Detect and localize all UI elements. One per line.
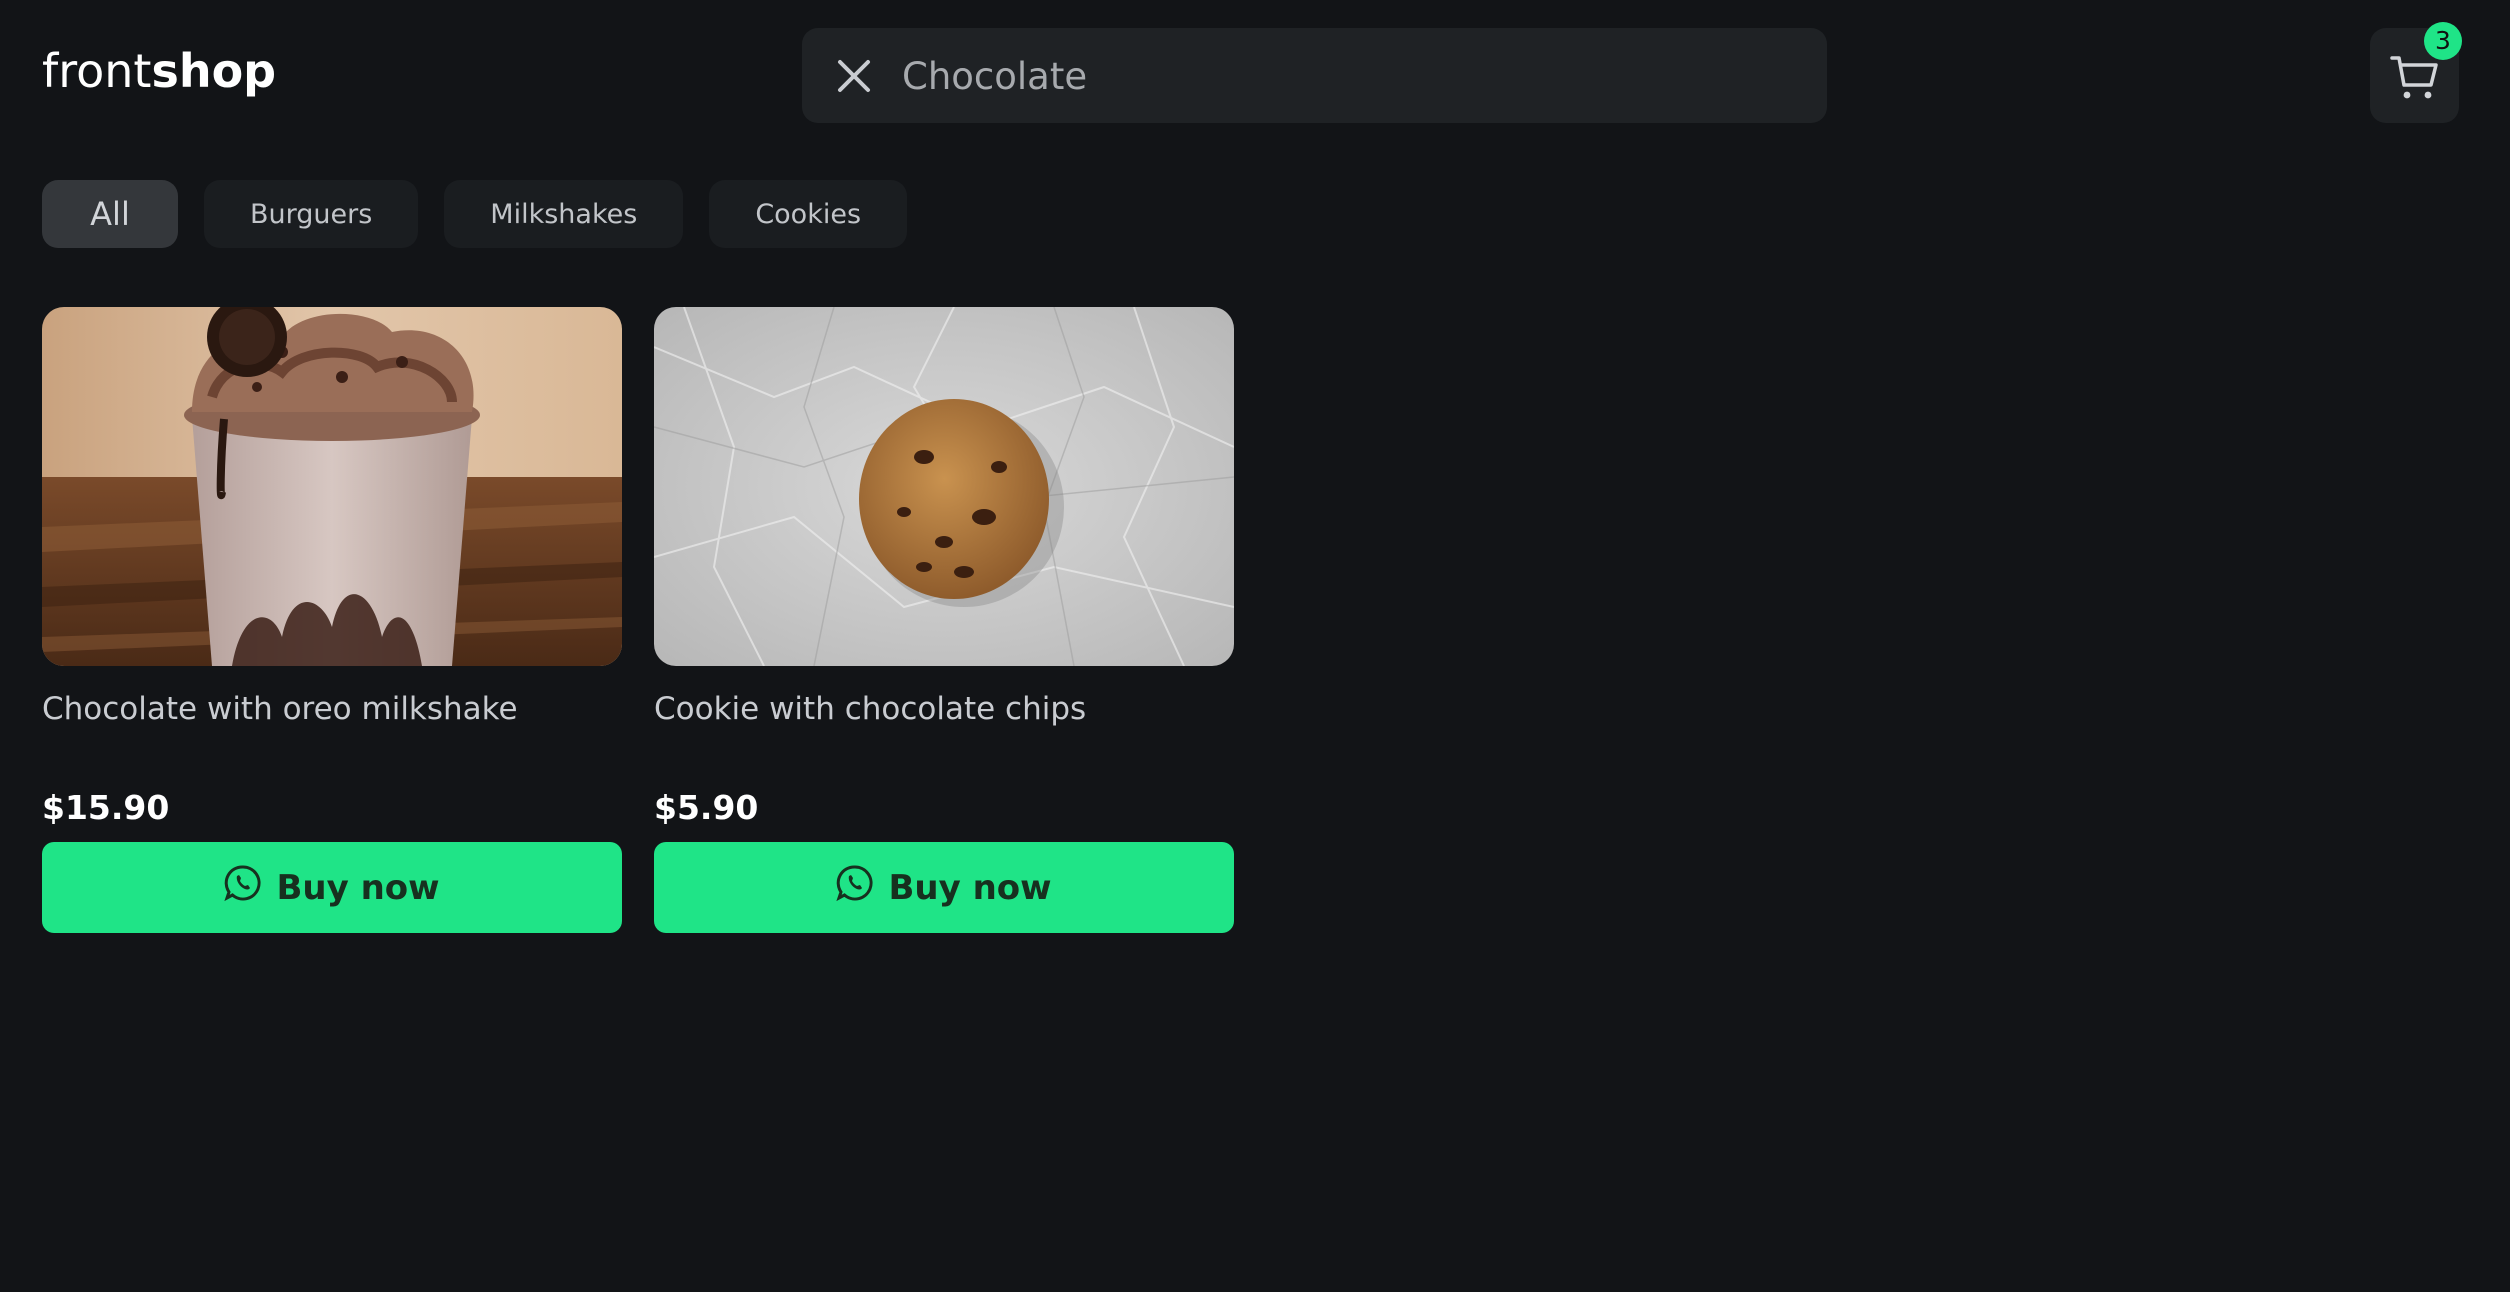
whatsapp-icon — [224, 864, 262, 911]
buy-now-label: Buy now — [276, 867, 440, 908]
buy-now-button[interactable]: Buy now — [654, 842, 1234, 933]
whatsapp-icon — [836, 864, 874, 911]
product-card: Chocolate with oreo milkshake $15.90 Buy… — [42, 307, 622, 1292]
search-input[interactable] — [900, 46, 1780, 106]
product-title: Chocolate with oreo milkshake — [42, 691, 518, 727]
product-title: Cookie with chocolate chips — [654, 691, 1087, 727]
product-image-milkshake[interactable] — [42, 307, 622, 666]
cart-count-badge: 3 — [2424, 22, 2462, 60]
category-filters: All Burguers Milkshakes Cookies — [42, 180, 908, 248]
filter-chip-all[interactable]: All — [42, 180, 178, 248]
filter-chip-milkshakes[interactable]: Milkshakes — [444, 180, 684, 248]
brand-logo-light: front — [42, 44, 152, 98]
close-icon[interactable] — [832, 54, 876, 98]
buy-now-button[interactable]: Buy now — [42, 842, 622, 933]
product-price: $5.90 — [654, 788, 759, 827]
brand-logo[interactable]: frontshop — [42, 44, 276, 98]
product-card: Cookie with chocolate chips $5.90 Buy no… — [654, 307, 1234, 1292]
search-bar — [802, 28, 1827, 123]
top-bar: frontshop 3 — [0, 0, 2510, 152]
brand-logo-bold: shop — [151, 44, 277, 98]
product-image-cookie[interactable] — [654, 307, 1234, 666]
buy-now-label: Buy now — [888, 867, 1052, 908]
filter-chip-cookies[interactable]: Cookies — [709, 180, 908, 248]
product-grid: Chocolate with oreo milkshake $15.90 Buy… — [42, 307, 1234, 1292]
product-price: $15.90 — [42, 788, 170, 827]
filter-chip-burguers[interactable]: Burguers — [204, 180, 419, 248]
